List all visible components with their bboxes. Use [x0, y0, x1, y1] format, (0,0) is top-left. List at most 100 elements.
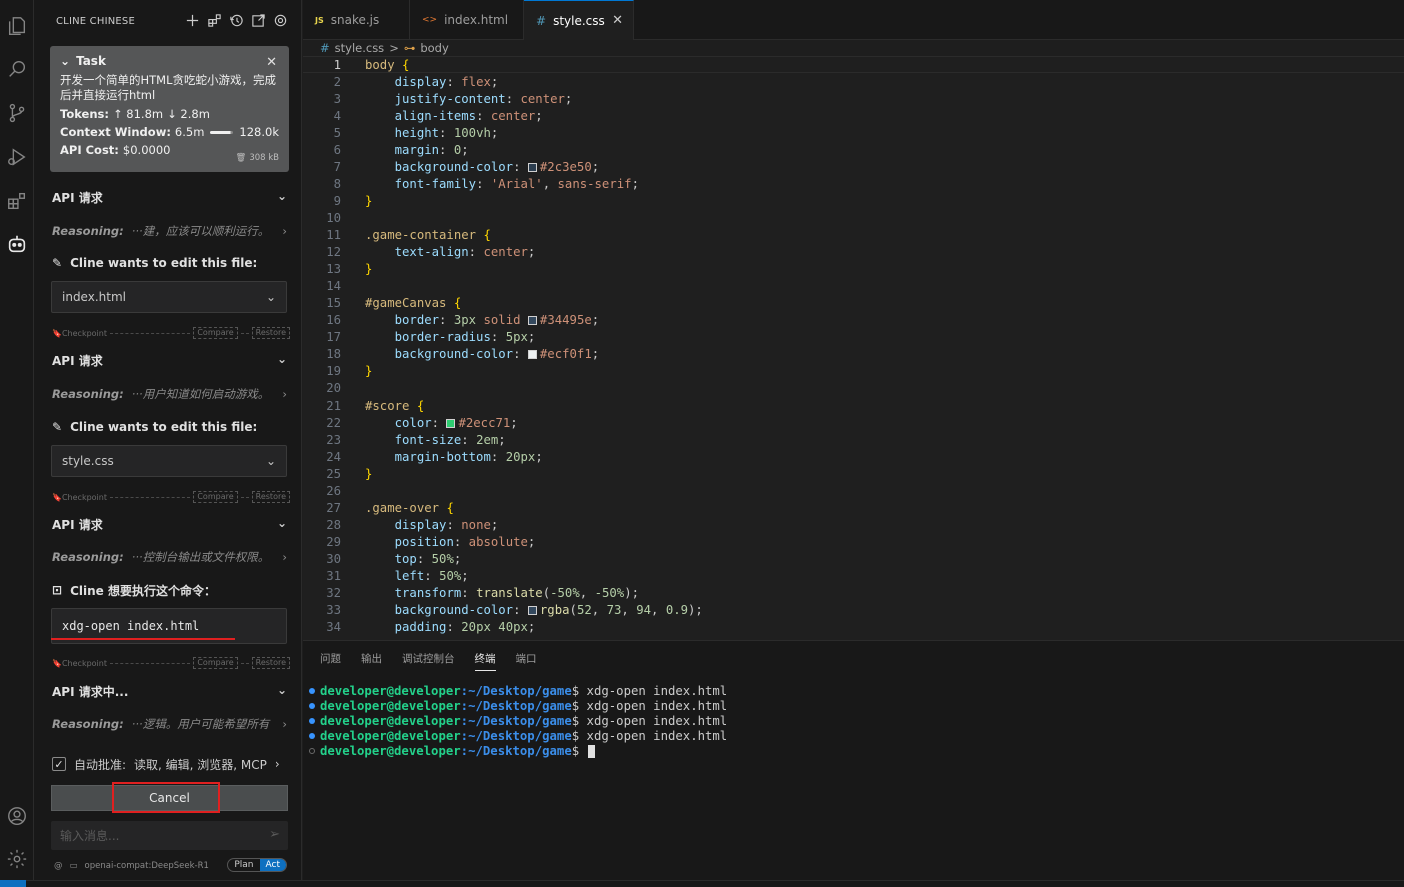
code-line[interactable]: 8 font-family: 'Arial', sans-serif; — [303, 175, 1404, 192]
code-line[interactable]: 29 position: absolute; — [303, 533, 1404, 550]
code-line[interactable]: 28 display: none; — [303, 516, 1404, 533]
command-status-dot[interactable] — [309, 687, 315, 694]
close-icon[interactable]: ✕ — [612, 13, 623, 28]
api-request-row[interactable]: API 请求 ⌄ — [52, 513, 287, 535]
code-line[interactable]: 2 display: flex; — [303, 73, 1404, 90]
code-line[interactable]: 3 justify-content: center; — [303, 90, 1404, 107]
breadcrumb-file[interactable]: style.css — [335, 41, 385, 55]
task-size[interactable]: 🗑 308 kB — [236, 153, 279, 163]
breadcrumb-symbol[interactable]: body — [420, 41, 448, 55]
message-input[interactable]: 输入消息... ➢ — [51, 821, 288, 850]
code-line[interactable]: 13} — [303, 261, 1404, 278]
color-swatch[interactable] — [527, 162, 537, 172]
code-line[interactable]: 4 align-items: center; — [303, 107, 1404, 124]
auto-approve-checkbox[interactable]: ✓ — [52, 757, 66, 771]
code-line[interactable]: 32 transform: translate(-50%, -50%); — [303, 585, 1404, 602]
panel-tab[interactable]: 调试控制台 — [402, 651, 455, 671]
extensions-icon[interactable] — [5, 189, 29, 213]
cline-robot-icon[interactable] — [5, 232, 29, 256]
chevron-right-icon[interactable]: › — [282, 387, 287, 401]
explorer-icon[interactable] — [5, 14, 29, 38]
code-line[interactable]: 22 color: #2ecc71; — [303, 414, 1404, 431]
tab-snake-js[interactable]: JS snake.js — [303, 0, 410, 40]
color-swatch[interactable] — [527, 350, 537, 360]
chevron-down-icon[interactable]: ⌄ — [60, 54, 70, 68]
command-status-dot[interactable] — [309, 717, 315, 724]
chevron-right-icon[interactable]: › — [282, 224, 287, 238]
code-line[interactable]: 31 left: 50%; — [303, 568, 1404, 585]
history-icon[interactable] — [228, 12, 245, 29]
compare-button[interactable]: Compare — [193, 657, 238, 669]
remote-indicator[interactable] — [0, 880, 26, 887]
plan-act-toggle[interactable]: Plan Act — [227, 858, 287, 872]
chevron-down-icon[interactable]: ⌄ — [266, 454, 276, 468]
chevron-down-icon[interactable]: ⌄ — [266, 290, 276, 304]
close-icon[interactable]: ✕ — [266, 55, 277, 70]
code-line[interactable]: 11 .game-container { — [303, 227, 1404, 244]
code-line[interactable]: 18 background-color: #ecf0f1; — [303, 346, 1404, 363]
code-line[interactable]: 26 — [303, 482, 1404, 499]
model-name[interactable]: openai-compat:DeepSeek-R1 — [85, 861, 209, 871]
send-icon[interactable]: ➢ — [269, 827, 280, 842]
api-request-row[interactable]: API 请求 ⌄ — [52, 349, 287, 371]
code-line[interactable]: 34 padding: 20px 40px; — [303, 619, 1404, 636]
chevron-right-icon[interactable]: › — [282, 717, 287, 731]
restore-button[interactable]: Restore — [251, 657, 290, 669]
auto-approve-row[interactable]: ✓ 自动批准: 读取, 编辑, 浏览器, MCP › — [52, 754, 292, 774]
popout-icon[interactable] — [250, 12, 267, 29]
api-request-row[interactable]: API 请求中... ⌄ — [52, 680, 287, 702]
gear-icon[interactable] — [272, 12, 289, 29]
compare-button[interactable]: Compare — [193, 491, 238, 503]
code-line[interactable]: 25} — [303, 465, 1404, 482]
color-swatch[interactable] — [446, 418, 456, 428]
reasoning-row[interactable]: Reasoning: ···用户知道如何启动游戏。 › — [52, 383, 287, 405]
code-line[interactable]: 15 #gameCanvas { — [303, 295, 1404, 312]
code-line[interactable]: 6 margin: 0; — [303, 141, 1404, 158]
code-line[interactable]: 1 body { — [303, 56, 1404, 73]
code-line[interactable]: 19} — [303, 363, 1404, 380]
code-line[interactable]: 7 background-color: #2c3e50; — [303, 158, 1404, 175]
chevron-down-icon[interactable]: ⌄ — [277, 516, 287, 530]
tab-index-html[interactable]: <> index.html — [410, 0, 524, 40]
plus-icon[interactable] — [184, 12, 201, 29]
code-line[interactable]: 23 font-size: 2em; — [303, 431, 1404, 448]
reasoning-row[interactable]: Reasoning: ···建，应该可以顺利运行。 › — [52, 220, 287, 242]
code-line[interactable]: 21 #score { — [303, 397, 1404, 414]
code-line[interactable]: 9} — [303, 192, 1404, 209]
color-swatch[interactable] — [527, 316, 537, 326]
command-status-dot[interactable] — [309, 702, 315, 709]
act-mode-option[interactable]: Act — [259, 859, 286, 871]
code-line[interactable]: 30 top: 50%; — [303, 550, 1404, 567]
code-line[interactable]: 5 height: 100vh; — [303, 124, 1404, 141]
tab-style-css[interactable]: # style.css ✕ — [524, 0, 634, 40]
settings-gear-icon[interactable] — [5, 847, 29, 871]
panel-tab[interactable]: 输出 — [361, 651, 382, 671]
code-line[interactable]: 14 — [303, 278, 1404, 295]
code-line[interactable]: 16 border: 3px solid #34495e; — [303, 312, 1404, 329]
run-debug-icon[interactable] — [5, 145, 29, 169]
mcp-servers-icon[interactable] — [206, 12, 223, 29]
code-line[interactable]: 33 background-color: rgba(52, 73, 94, 0.… — [303, 602, 1404, 619]
panel-tab[interactable]: 终端 — [474, 651, 496, 671]
panel-tab[interactable]: 端口 — [516, 651, 537, 671]
chevron-down-icon[interactable]: ⌄ — [277, 189, 287, 203]
code-line[interactable]: 10 — [303, 209, 1404, 226]
chevron-right-icon[interactable]: › — [282, 550, 287, 564]
code-editor[interactable]: 1 body {2 display: flex; 3 justify-content… — [303, 56, 1404, 640]
code-line[interactable]: 12 text-align: center; — [303, 244, 1404, 261]
restore-button[interactable]: Restore — [251, 491, 290, 503]
at-icon[interactable]: @ — [54, 861, 63, 871]
command-status-dot[interactable] — [309, 748, 315, 755]
color-swatch[interactable] — [527, 606, 537, 616]
search-icon[interactable] — [5, 57, 29, 81]
plan-mode-option[interactable]: Plan — [228, 859, 259, 871]
chevron-down-icon[interactable]: ⌄ — [277, 352, 287, 366]
trash-icon[interactable]: 🗑 — [236, 153, 247, 163]
file-dropdown[interactable]: index.html ⌄ — [51, 281, 287, 313]
code-line[interactable]: 20 — [303, 380, 1404, 397]
code-line[interactable]: 17 border-radius: 5px; — [303, 329, 1404, 346]
code-line[interactable]: 27 .game-over { — [303, 499, 1404, 516]
image-icon[interactable]: ▭ — [70, 861, 78, 871]
command-status-dot[interactable] — [309, 733, 315, 740]
source-control-icon[interactable] — [5, 101, 29, 125]
